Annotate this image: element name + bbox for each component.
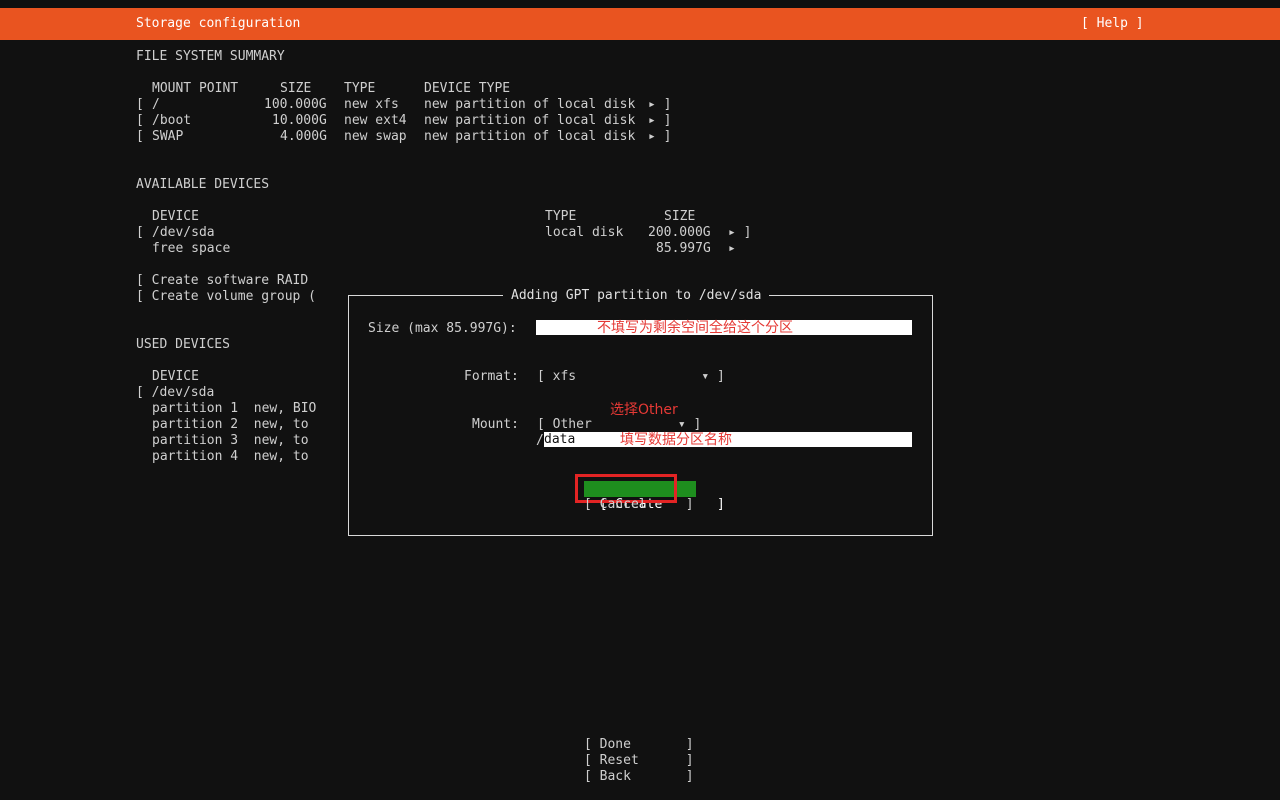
row-size: 4.000G xyxy=(280,129,327,144)
mount-label: Mount: xyxy=(472,417,519,432)
reset-button[interactable]: [ Reset ] xyxy=(584,753,694,769)
row-mount: /boot xyxy=(152,113,192,128)
row-type: new swap xyxy=(344,129,407,144)
page-title: Storage configuration xyxy=(136,16,301,31)
other-annotation: 选择Other xyxy=(610,402,678,418)
row-arrow-icon[interactable]: ▸ ] xyxy=(648,113,671,129)
row-bracket: [ xyxy=(136,225,144,240)
format-label: Format: xyxy=(464,369,519,384)
back-button[interactable]: [ Back ] xyxy=(584,769,694,785)
mount-select[interactable]: [ Other ▾ ] xyxy=(537,417,701,433)
create-volume-group-button[interactable]: [ Create volume group ( xyxy=(136,289,316,305)
used-heading: USED DEVICES xyxy=(136,337,230,352)
row-size: 100.000G xyxy=(264,97,327,112)
top-strip xyxy=(0,0,1280,8)
create-software-raid-button[interactable]: [ Create software RAID xyxy=(136,273,308,289)
format-select[interactable]: [ xfs ▾ ] xyxy=(537,369,725,385)
row-bracket: [ xyxy=(136,97,144,112)
mount-path-value: data xyxy=(544,432,576,447)
used-partition-row[interactable]: partition 1 new, BIO xyxy=(152,401,316,417)
row-arrow-icon[interactable]: ▸ ] xyxy=(648,129,671,145)
help-button[interactable]: [ Help ] xyxy=(1081,16,1144,31)
size-label: Size (max 85.997G): xyxy=(368,321,517,336)
data-annotation: 填写数据分区名称 xyxy=(620,432,732,448)
free-space-label: free space xyxy=(152,241,231,256)
col-mount-point: MOUNT POINT xyxy=(152,81,239,96)
row-type: new ext4 xyxy=(344,113,407,128)
row-arrow-icon[interactable]: ▸ ] xyxy=(648,97,671,113)
row-type: new xfs xyxy=(344,97,399,112)
used-partition-row[interactable]: partition 3 new, to xyxy=(152,433,309,449)
col-size: SIZE xyxy=(664,209,696,224)
dialog-title: Adding GPT partition to /dev/sda xyxy=(503,288,770,304)
row-device-type: new partition of local disk xyxy=(424,113,636,128)
available-heading: AVAILABLE DEVICES xyxy=(136,177,270,192)
col-device-type: DEVICE TYPE xyxy=(424,81,511,96)
row-bracket: [ xyxy=(136,129,144,144)
col-type: TYPE xyxy=(545,209,577,224)
device-size: 200.000G xyxy=(648,225,711,240)
done-button[interactable]: [ Done ] xyxy=(584,737,694,753)
mount-prefix: / xyxy=(536,433,544,448)
used-partition-row[interactable]: partition 4 new, to xyxy=(152,449,309,465)
cancel-button[interactable]: [ Cancel ] xyxy=(584,497,694,513)
device-arrow-icon[interactable]: ▸ ] xyxy=(728,225,751,241)
col-type: TYPE xyxy=(344,81,376,96)
size-annotation: 不填写为剩余空间全给这个分区 xyxy=(597,320,793,336)
free-space-arrow-icon[interactable]: ▸ xyxy=(728,241,736,257)
fs-summary-heading: FILE SYSTEM SUMMARY xyxy=(136,49,285,64)
header-bar: Storage configuration [ Help ] xyxy=(0,8,1280,40)
free-space-size: 85.997G xyxy=(656,241,711,256)
row-size: 10.000G xyxy=(272,113,327,128)
col-device: DEVICE xyxy=(152,209,199,224)
device-type: local disk xyxy=(545,225,624,240)
row-device-type: new partition of local disk xyxy=(424,129,636,144)
row-mount: SWAP xyxy=(152,129,184,144)
col-size: SIZE xyxy=(280,81,312,96)
row-mount: / xyxy=(152,97,160,112)
device-name: /dev/sda xyxy=(152,225,215,240)
used-device-sda[interactable]: [ /dev/sda xyxy=(136,385,214,401)
row-bracket: [ xyxy=(136,113,144,128)
row-device-type: new partition of local disk xyxy=(424,97,636,112)
col-device: DEVICE xyxy=(152,369,199,384)
used-partition-row[interactable]: partition 2 new, to xyxy=(152,417,309,433)
